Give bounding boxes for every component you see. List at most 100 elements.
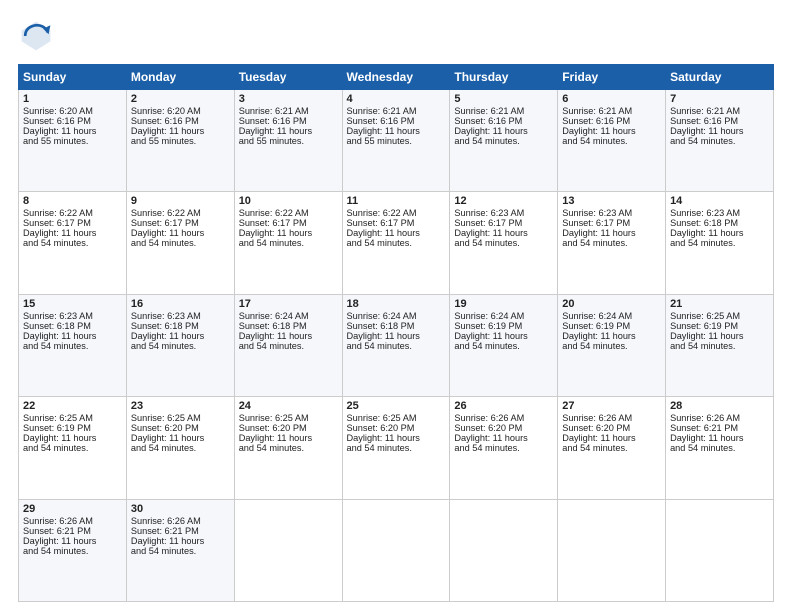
day-info-line: Daylight: 11 hours	[562, 228, 661, 238]
day-info-line: and 54 minutes.	[562, 136, 661, 146]
day-info-line: Sunset: 6:18 PM	[23, 321, 122, 331]
day-info-line: and 55 minutes.	[347, 136, 446, 146]
day-info-line: Sunrise: 6:25 AM	[131, 413, 230, 423]
day-info-line: and 54 minutes.	[239, 341, 338, 351]
day-info-line: Daylight: 11 hours	[239, 331, 338, 341]
calendar-cell: 4Sunrise: 6:21 AMSunset: 6:16 PMDaylight…	[342, 90, 450, 192]
col-wednesday: Wednesday	[342, 65, 450, 90]
day-info-line: Sunset: 6:19 PM	[23, 423, 122, 433]
calendar-cell: 6Sunrise: 6:21 AMSunset: 6:16 PMDaylight…	[558, 90, 666, 192]
day-info-line: and 54 minutes.	[23, 238, 122, 248]
day-info-line: Sunrise: 6:21 AM	[239, 106, 338, 116]
calendar-cell: 8Sunrise: 6:22 AMSunset: 6:17 PMDaylight…	[19, 192, 127, 294]
calendar-cell: 7Sunrise: 6:21 AMSunset: 6:16 PMDaylight…	[666, 90, 774, 192]
day-info-line: Sunrise: 6:23 AM	[131, 311, 230, 321]
day-number: 25	[347, 400, 446, 412]
col-tuesday: Tuesday	[234, 65, 342, 90]
calendar-cell: 9Sunrise: 6:22 AMSunset: 6:17 PMDaylight…	[126, 192, 234, 294]
day-info-line: Daylight: 11 hours	[23, 126, 122, 136]
day-info-line: and 54 minutes.	[670, 136, 769, 146]
calendar-cell: 15Sunrise: 6:23 AMSunset: 6:18 PMDayligh…	[19, 294, 127, 396]
day-number: 22	[23, 400, 122, 412]
day-info-line: Sunrise: 6:25 AM	[347, 413, 446, 423]
day-info-line: Daylight: 11 hours	[131, 536, 230, 546]
day-info-line: Sunrise: 6:20 AM	[23, 106, 122, 116]
day-number: 6	[562, 93, 661, 105]
calendar-cell: 3Sunrise: 6:21 AMSunset: 6:16 PMDaylight…	[234, 90, 342, 192]
day-info-line: Daylight: 11 hours	[23, 433, 122, 443]
day-info-line: Daylight: 11 hours	[670, 433, 769, 443]
day-number: 12	[454, 195, 553, 207]
day-info-line: and 54 minutes.	[670, 341, 769, 351]
day-number: 15	[23, 298, 122, 310]
day-info-line: and 54 minutes.	[23, 341, 122, 351]
day-info-line: Sunrise: 6:23 AM	[562, 208, 661, 218]
day-info-line: Sunset: 6:16 PM	[23, 116, 122, 126]
day-number: 23	[131, 400, 230, 412]
day-info-line: and 54 minutes.	[347, 341, 446, 351]
header-row: Sunday Monday Tuesday Wednesday Thursday…	[19, 65, 774, 90]
calendar-cell	[342, 499, 450, 601]
day-info-line: Daylight: 11 hours	[454, 228, 553, 238]
day-info-line: Daylight: 11 hours	[239, 433, 338, 443]
day-info-line: Sunset: 6:20 PM	[347, 423, 446, 433]
day-info-line: Sunset: 6:21 PM	[23, 526, 122, 536]
day-info-line: Sunrise: 6:25 AM	[239, 413, 338, 423]
day-number: 7	[670, 93, 769, 105]
day-info-line: Sunset: 6:20 PM	[131, 423, 230, 433]
day-info-line: Daylight: 11 hours	[347, 331, 446, 341]
day-info-line: Sunset: 6:16 PM	[454, 116, 553, 126]
calendar-cell: 29Sunrise: 6:26 AMSunset: 6:21 PMDayligh…	[19, 499, 127, 601]
day-info-line: Sunrise: 6:22 AM	[23, 208, 122, 218]
col-monday: Monday	[126, 65, 234, 90]
calendar-week-2: 8Sunrise: 6:22 AMSunset: 6:17 PMDaylight…	[19, 192, 774, 294]
day-info-line: and 54 minutes.	[454, 238, 553, 248]
calendar-week-5: 29Sunrise: 6:26 AMSunset: 6:21 PMDayligh…	[19, 499, 774, 601]
day-number: 17	[239, 298, 338, 310]
day-info-line: and 54 minutes.	[131, 443, 230, 453]
calendar-cell: 14Sunrise: 6:23 AMSunset: 6:18 PMDayligh…	[666, 192, 774, 294]
day-info-line: Sunset: 6:19 PM	[454, 321, 553, 331]
col-saturday: Saturday	[666, 65, 774, 90]
day-info-line: Daylight: 11 hours	[670, 331, 769, 341]
day-info-line: and 55 minutes.	[239, 136, 338, 146]
day-info-line: and 55 minutes.	[131, 136, 230, 146]
day-number: 10	[239, 195, 338, 207]
day-info-line: Sunrise: 6:24 AM	[239, 311, 338, 321]
day-info-line: Sunrise: 6:24 AM	[454, 311, 553, 321]
day-info-line: Sunset: 6:18 PM	[670, 218, 769, 228]
day-info-line: Sunset: 6:16 PM	[347, 116, 446, 126]
day-info-line: Sunrise: 6:25 AM	[23, 413, 122, 423]
day-number: 28	[670, 400, 769, 412]
day-info-line: Sunset: 6:18 PM	[131, 321, 230, 331]
header	[18, 18, 774, 54]
day-info-line: Sunrise: 6:24 AM	[562, 311, 661, 321]
day-info-line: Sunset: 6:17 PM	[239, 218, 338, 228]
day-number: 3	[239, 93, 338, 105]
calendar-cell: 16Sunrise: 6:23 AMSunset: 6:18 PMDayligh…	[126, 294, 234, 396]
day-info-line: Sunset: 6:17 PM	[131, 218, 230, 228]
day-info-line: and 54 minutes.	[670, 443, 769, 453]
calendar-cell	[666, 499, 774, 601]
day-info-line: Sunrise: 6:26 AM	[23, 516, 122, 526]
day-info-line: and 54 minutes.	[454, 443, 553, 453]
day-number: 11	[347, 195, 446, 207]
day-number: 19	[454, 298, 553, 310]
day-info-line: Daylight: 11 hours	[131, 126, 230, 136]
day-info-line: Sunrise: 6:26 AM	[562, 413, 661, 423]
day-info-line: Daylight: 11 hours	[239, 126, 338, 136]
day-number: 26	[454, 400, 553, 412]
calendar-cell: 11Sunrise: 6:22 AMSunset: 6:17 PMDayligh…	[342, 192, 450, 294]
day-info-line: Sunset: 6:20 PM	[562, 423, 661, 433]
calendar-week-3: 15Sunrise: 6:23 AMSunset: 6:18 PMDayligh…	[19, 294, 774, 396]
day-info-line: and 54 minutes.	[239, 443, 338, 453]
calendar-cell: 22Sunrise: 6:25 AMSunset: 6:19 PMDayligh…	[19, 397, 127, 499]
calendar-cell	[234, 499, 342, 601]
calendar-cell	[450, 499, 558, 601]
calendar-cell: 19Sunrise: 6:24 AMSunset: 6:19 PMDayligh…	[450, 294, 558, 396]
day-info-line: Daylight: 11 hours	[131, 331, 230, 341]
day-info-line: Daylight: 11 hours	[239, 228, 338, 238]
day-info-line: and 54 minutes.	[562, 238, 661, 248]
day-info-line: Sunrise: 6:23 AM	[23, 311, 122, 321]
day-info-line: and 54 minutes.	[131, 238, 230, 248]
